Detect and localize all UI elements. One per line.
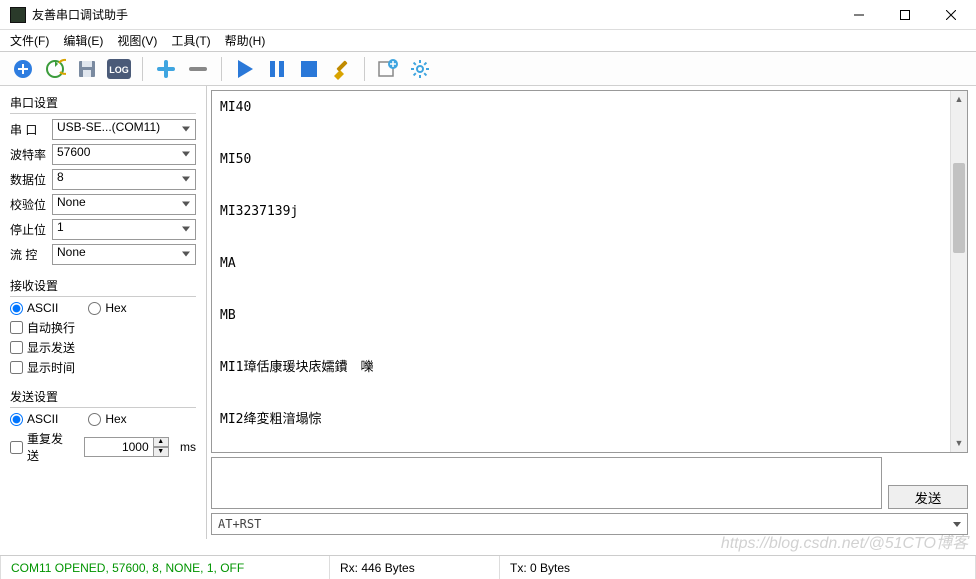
repeat-send-label: 重复发送 <box>27 430 72 464</box>
auto-wrap-checkbox[interactable]: 自动换行 <box>10 319 75 336</box>
refresh-button[interactable] <box>40 54 70 84</box>
scroll-track[interactable] <box>951 108 967 435</box>
serial-settings-title: 串口设置 <box>10 94 196 114</box>
recv-hex-radio[interactable]: Hex <box>88 301 126 315</box>
recv-hex-label: Hex <box>105 301 126 315</box>
scroll-thumb[interactable] <box>953 163 965 253</box>
toolbar-separator <box>142 57 143 81</box>
show-time-checkbox[interactable]: 显示时间 <box>10 359 75 376</box>
output-box: MI40 MI50 MI3237139j MA MB MI1璋佸康瑗块庡嬬鐨 嚛… <box>211 90 968 453</box>
add-button[interactable] <box>151 54 181 84</box>
menu-edit[interactable]: 编辑(E) <box>63 32 103 49</box>
svg-text:LOG: LOG <box>109 65 129 75</box>
send-ascii-label: ASCII <box>27 412 58 426</box>
show-send-checkbox[interactable]: 显示发送 <box>10 339 75 356</box>
menu-help[interactable]: 帮助(H) <box>225 32 266 49</box>
repeat-interval-input[interactable] <box>84 437 154 457</box>
menu-bar: 文件(F) 编辑(E) 视图(V) 工具(T) 帮助(H) <box>0 30 976 52</box>
sidebar: 串口设置 串 口 USB-SE...(COM11) 波特率 57600 数据位 … <box>0 86 207 539</box>
status-bar: COM11 OPENED, 57600, 8, NONE, 1, OFF Rx:… <box>0 555 976 579</box>
scroll-down-icon[interactable]: ▼ <box>951 435 967 452</box>
send-settings-title: 发送设置 <box>10 388 196 408</box>
new-button[interactable] <box>8 54 38 84</box>
baud-label: 波特率 <box>10 146 52 163</box>
status-rx: Rx: 446 Bytes <box>330 556 500 579</box>
send-hex-label: Hex <box>105 412 126 426</box>
remove-button[interactable] <box>183 54 213 84</box>
app-icon <box>10 7 26 23</box>
databits-select[interactable]: 8 <box>52 169 196 190</box>
window-controls <box>836 0 974 30</box>
quick-command-value: AT+RST <box>218 517 261 531</box>
send-input[interactable] <box>211 457 882 509</box>
send-row: 发送 <box>211 457 968 509</box>
toolbar-separator <box>364 57 365 81</box>
parity-select[interactable]: None <box>52 194 196 215</box>
repeat-send-checkbox[interactable]: 重复发送 <box>10 430 72 464</box>
flowctrl-select[interactable]: None <box>52 244 196 265</box>
recv-ascii-radio[interactable]: ASCII <box>10 301 58 315</box>
output-content[interactable]: MI40 MI50 MI3237139j MA MB MI1璋佸康瑗块庡嬬鐨 嚛… <box>212 91 967 452</box>
main-panel: MI40 MI50 MI3237139j MA MB MI1璋佸康瑗块庡嬬鐨 嚛… <box>207 86 976 539</box>
clear-button[interactable] <box>326 54 356 84</box>
spin-down-icon[interactable]: ▼ <box>154 447 169 457</box>
stopbits-select[interactable]: 1 <box>52 219 196 240</box>
auto-wrap-label: 自动换行 <box>27 319 75 336</box>
log-button[interactable]: LOG <box>104 54 134 84</box>
settings-button[interactable] <box>405 54 435 84</box>
window-title: 友善串口调试助手 <box>32 6 836 23</box>
play-button[interactable] <box>230 54 260 84</box>
menu-tools[interactable]: 工具(T) <box>171 32 210 49</box>
status-tx: Tx: 0 Bytes <box>500 556 976 579</box>
minimize-button[interactable] <box>836 0 882 30</box>
flowctrl-label: 流 控 <box>10 246 52 263</box>
show-time-label: 显示时间 <box>27 359 75 376</box>
scroll-up-icon[interactable]: ▲ <box>951 91 967 108</box>
send-button[interactable]: 发送 <box>888 485 968 509</box>
databits-label: 数据位 <box>10 171 52 188</box>
stop-button[interactable] <box>294 54 324 84</box>
repeat-interval-spinner[interactable]: ▲▼ <box>84 437 169 457</box>
parity-label: 校验位 <box>10 196 52 213</box>
menu-file[interactable]: 文件(F) <box>10 32 49 49</box>
pause-button[interactable] <box>262 54 292 84</box>
baud-select[interactable]: 57600 <box>52 144 196 165</box>
quick-command-select[interactable]: AT+RST <box>211 513 968 535</box>
output-scrollbar[interactable]: ▲ ▼ <box>950 91 967 452</box>
save-button[interactable] <box>72 54 102 84</box>
menu-view[interactable]: 视图(V) <box>117 32 157 49</box>
toolbar: LOG <box>0 52 976 86</box>
port-label: 串 口 <box>10 121 52 138</box>
content-area: 串口设置 串 口 USB-SE...(COM11) 波特率 57600 数据位 … <box>0 86 976 539</box>
port-select[interactable]: USB-SE...(COM11) <box>52 119 196 140</box>
toolbar-separator <box>221 57 222 81</box>
show-send-label: 显示发送 <box>27 339 75 356</box>
add-panel-button[interactable] <box>373 54 403 84</box>
maximize-button[interactable] <box>882 0 928 30</box>
receive-settings-title: 接收设置 <box>10 277 196 297</box>
spin-up-icon[interactable]: ▲ <box>154 437 169 447</box>
title-bar: 友善串口调试助手 <box>0 0 976 30</box>
send-hex-radio[interactable]: Hex <box>88 412 126 426</box>
stopbits-label: 停止位 <box>10 221 52 238</box>
send-ascii-radio[interactable]: ASCII <box>10 412 58 426</box>
recv-ascii-label: ASCII <box>27 301 58 315</box>
repeat-unit-label: ms <box>180 440 196 454</box>
close-button[interactable] <box>928 0 974 30</box>
status-port: COM11 OPENED, 57600, 8, NONE, 1, OFF <box>0 556 330 579</box>
